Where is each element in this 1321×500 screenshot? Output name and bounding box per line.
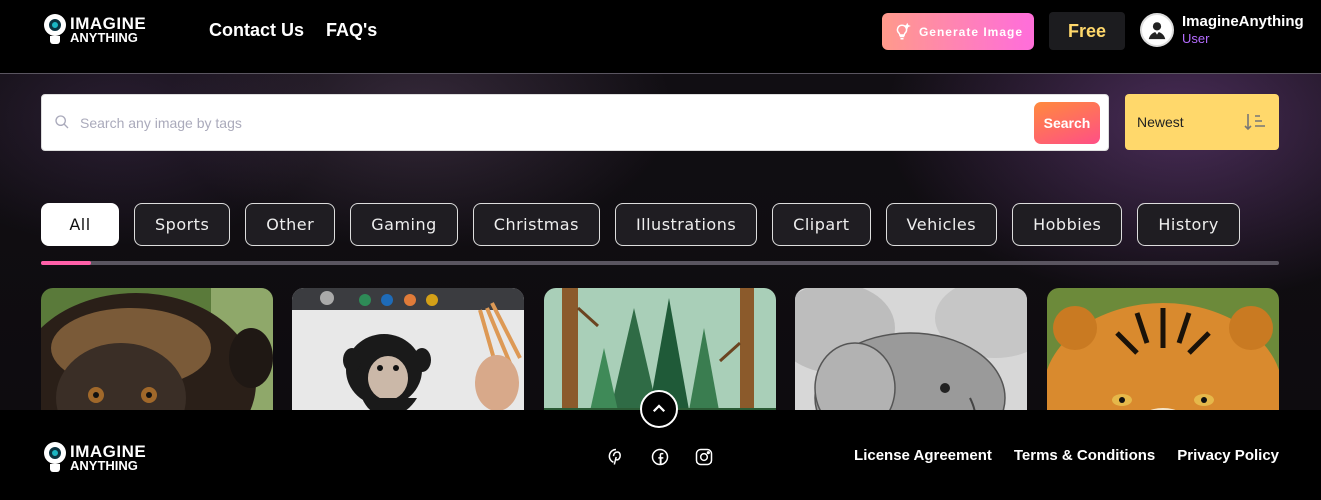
main-nav: Contact Us FAQ's: [209, 20, 377, 41]
lightbulb-icon: [44, 14, 66, 46]
tag-gaming[interactable]: Gaming: [350, 203, 458, 246]
chevron-up-icon: [652, 404, 666, 413]
user-role: User: [1182, 30, 1210, 46]
tag-history[interactable]: History: [1137, 203, 1240, 246]
chimpanzee-drawing-image: [292, 288, 524, 410]
footer-links: License Agreement Terms & Conditions Pri…: [854, 447, 1279, 464]
terms-conditions-link[interactable]: Terms & Conditions: [1014, 447, 1155, 464]
gallery-card-elephant-sketch[interactable]: [795, 288, 1027, 410]
sort-dropdown[interactable]: Newest: [1125, 94, 1279, 150]
tag-illustrations[interactable]: Illustrations: [614, 203, 758, 246]
tag-other[interactable]: Other: [245, 203, 336, 246]
category-tags: All Sports Other Gaming Christmas Illustratio…: [41, 203, 1281, 247]
search-icon: [55, 115, 69, 129]
sort-label: Newest: [1137, 114, 1184, 130]
tiger-image: [1047, 288, 1279, 410]
lightbulb-icon: [44, 442, 66, 474]
social-links: [606, 447, 714, 467]
generate-image-label: Generate Image: [918, 24, 1024, 39]
license-agreement-link[interactable]: License Agreement: [854, 447, 992, 464]
top-navbar: IMAGINE ANYTHING Contact Us FAQ's Genera…: [0, 0, 1321, 74]
tag-sports[interactable]: Sports: [134, 203, 231, 246]
scroll-to-top-button[interactable]: [640, 390, 678, 428]
tag-all[interactable]: All: [41, 203, 119, 246]
nav-contact-link[interactable]: Contact Us: [209, 20, 304, 41]
nav-faq-link[interactable]: FAQ's: [326, 20, 377, 41]
tag-clipart[interactable]: Clipart: [772, 203, 871, 246]
tags-scroll-progress-fill: [41, 261, 91, 265]
monkey-image: [41, 288, 273, 410]
footer-brand-logo[interactable]: IMAGINE ANYTHING: [44, 442, 146, 474]
tag-christmas[interactable]: Christmas: [472, 203, 600, 246]
sort-descending-icon: [1244, 114, 1265, 131]
sparkle-bulb-icon: [896, 22, 911, 39]
instagram-icon[interactable]: [694, 447, 714, 467]
search-button[interactable]: Search: [1034, 102, 1100, 144]
search-input[interactable]: [80, 111, 980, 135]
logo-text-line2: ANYTHING: [70, 29, 138, 45]
privacy-policy-link[interactable]: Privacy Policy: [1177, 447, 1279, 464]
facebook-icon[interactable]: [650, 447, 670, 467]
tag-vehicles[interactable]: Vehicles: [885, 203, 998, 246]
footer-logo-text-line2: ANYTHING: [70, 457, 138, 473]
tags-scroll-progress: [41, 261, 1279, 265]
gallery-card-tiger[interactable]: [1047, 288, 1279, 410]
elephant-sketch-image: [795, 288, 1027, 410]
gallery-card-monkey[interactable]: [41, 288, 273, 410]
user-name: ImagineAnything: [1182, 13, 1304, 31]
plan-badge-button[interactable]: Free: [1049, 12, 1125, 50]
pinterest-icon[interactable]: [606, 447, 626, 467]
tag-hobbies[interactable]: Hobbies: [1012, 203, 1123, 246]
generate-image-button[interactable]: Generate Image: [882, 13, 1034, 50]
brand-logo[interactable]: IMAGINE ANYTHING: [44, 14, 146, 46]
user-avatar-icon: [1140, 13, 1174, 47]
gallery-card-chimpanzee-drawing[interactable]: [292, 288, 524, 410]
search-bar: Search: [41, 94, 1109, 151]
user-menu[interactable]: ImagineAnything User: [1140, 13, 1304, 47]
